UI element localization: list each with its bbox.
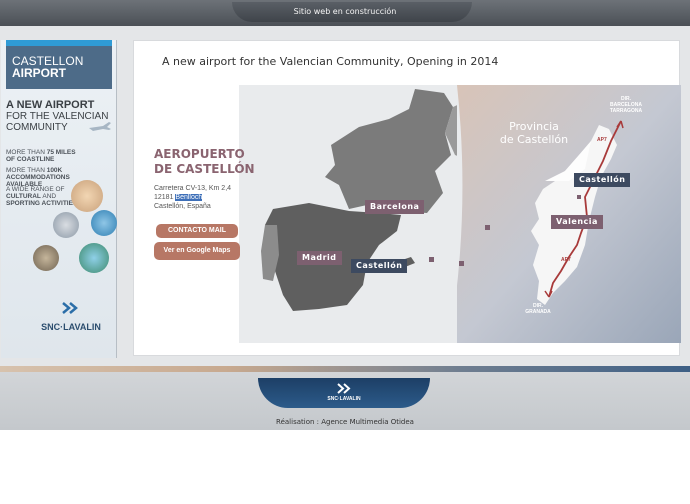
- dir-north3: TARRAGONA: [609, 108, 643, 114]
- sea-photo: [91, 210, 117, 236]
- map-graphic: [239, 85, 681, 343]
- province-line1: Provincia: [509, 120, 559, 133]
- fact3-b: CULTURAL: [6, 193, 41, 200]
- brand-label: SNC·LAVALIN: [41, 322, 101, 332]
- castellon-label: Castellón: [351, 259, 408, 273]
- plane-icon: [89, 122, 111, 131]
- fact3-a: A WIDE RANGE OF: [6, 186, 65, 193]
- barcelona-label: Barcelona: [365, 200, 425, 214]
- footer-logo-tab[interactable]: SNC·LAVALIN: [258, 378, 430, 408]
- fact3-d: SPORTING ACTIVITIES: [6, 200, 78, 207]
- content-area: CASTELLON AIRPORT A NEW AIRPORT FOR THE …: [0, 26, 690, 368]
- airport-logo: CASTELLON AIRPORT: [6, 40, 112, 89]
- page-title: A new airport for the Valencian Communit…: [162, 55, 499, 68]
- site-status-label: Sitio web en construcción: [293, 7, 397, 16]
- contact-mail-button[interactable]: CONTACTO MAIL: [156, 224, 238, 238]
- province-line2: de Castellón: [499, 133, 569, 146]
- fact-coastline: MORE THAN 75 MILES OF COASTLINE: [6, 149, 116, 163]
- top-bar: Sitio web en construcción: [0, 0, 690, 26]
- headline-line1: A NEW AIRPORT: [6, 99, 95, 111]
- location-map: Barcelona Madrid Castellón Provincia de …: [239, 85, 681, 343]
- building-photo: [53, 212, 79, 238]
- snc-footer-icon: [337, 383, 351, 394]
- airport-address: Carretera CV-13, Km 2,4 12181 Benlloch C…: [154, 184, 231, 211]
- ap7-bottom-label: AP7: [561, 257, 571, 263]
- beach-photo: [71, 180, 103, 212]
- headline-line3: COMMUNITY: [6, 122, 68, 133]
- street-photo: [33, 245, 59, 271]
- valencia-label: Valencia: [551, 215, 603, 229]
- google-maps-button[interactable]: Ver en Google Maps: [154, 242, 240, 260]
- province-title: Provincia de Castellón: [489, 120, 579, 146]
- page-frame: Sitio web en construcción CASTELLON AIRP…: [0, 0, 690, 430]
- airport-heading-line2: DE CASTELLÓN: [154, 162, 255, 176]
- fact1-c: OF COASTLINE: [6, 156, 55, 163]
- logo-line1: CASTELLON: [12, 54, 84, 68]
- footer-brand: SNC·LAVALIN: [327, 396, 361, 402]
- logo-line2: AIRPORT: [12, 66, 66, 80]
- fact3-c: AND: [40, 193, 57, 200]
- fact1-a: MORE THAN: [6, 149, 47, 156]
- address-town-selected: Benlloch: [175, 194, 203, 201]
- dir-south2: GRANADA: [525, 309, 551, 315]
- dir-south-label: DIR. GRANADA: [523, 303, 553, 315]
- credit-text: Réalisation : Agence Multimedia Otidea: [276, 418, 414, 426]
- address-line1: Carretera CV-13, Km 2,4: [154, 185, 232, 192]
- address-postcode: 12181: [154, 194, 176, 201]
- airport-heading: AEROPUERTO DE CASTELLÓN: [154, 147, 255, 177]
- palm-photo: [79, 243, 109, 273]
- airport-heading-line1: AEROPUERTO: [154, 147, 245, 161]
- fact2-a: MORE THAN: [6, 167, 47, 174]
- madrid-label: Madrid: [297, 251, 342, 265]
- fact1-b: 75 MILES: [46, 149, 76, 156]
- promo-banner[interactable]: CASTELLON AIRPORT A NEW AIRPORT FOR THE …: [1, 40, 117, 358]
- headline-line2: FOR THE VALENCIAN: [6, 111, 109, 122]
- castellon-province-label: Castellón: [574, 173, 631, 187]
- address-line3: Castellón, España: [154, 203, 211, 210]
- fact-accommodations: MORE THAN 100K ACCOMMODATIONS AVAILABLE: [6, 167, 116, 188]
- main-panel: A new airport for the Valencian Communit…: [133, 40, 681, 356]
- ap7-top-label: AP7: [597, 137, 607, 143]
- snc-logo-icon: [62, 302, 78, 314]
- snc-lavalin-logo: SNC·LAVALIN: [31, 300, 111, 332]
- dir-north-label: DIR. BARCELONA TARRAGONA: [604, 96, 648, 114]
